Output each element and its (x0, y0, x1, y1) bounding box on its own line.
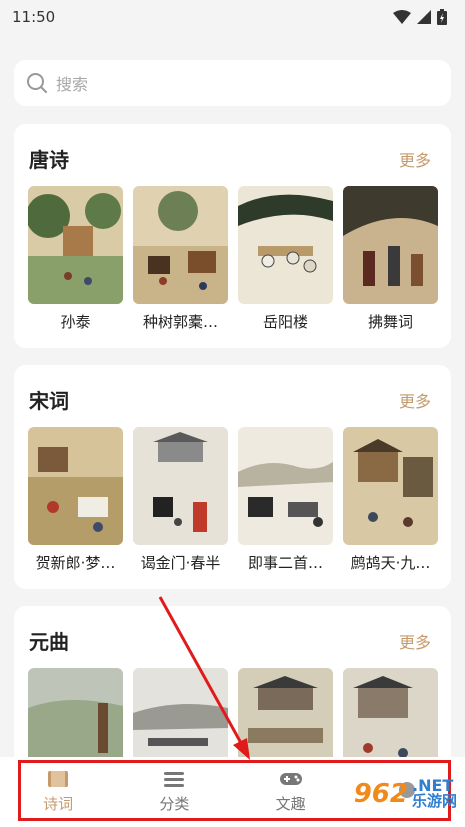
poem-painting (28, 186, 123, 304)
poem-painting (238, 427, 333, 545)
poem-card[interactable]: 种树郭橐… (133, 186, 228, 332)
section-title: 宋词 (29, 389, 69, 413)
tab-fun[interactable]: 文趣 (246, 770, 336, 814)
section-song-ci: 宋词 更多 贺新郎·梦… 谒金门·春半 即事二首… 鹧鸪天·九… (14, 365, 451, 589)
poem-card[interactable]: 贺新郎·梦… (28, 427, 123, 573)
poem-painting (133, 186, 228, 304)
poem-title: 孙泰 (60, 313, 91, 331)
tab-category[interactable]: 分类 (129, 770, 219, 814)
poem-card[interactable]: 岳阳楼 (238, 186, 333, 332)
tab-label: 诗词 (43, 795, 74, 813)
section-title: 唐诗 (29, 148, 69, 172)
more-link[interactable]: 更多 (399, 147, 431, 171)
bottom-tab-bar: 诗词 分类 文趣 (0, 757, 465, 827)
poem-title: 谒金门·春半 (140, 554, 221, 572)
search-placeholder: 搜索 (56, 75, 89, 94)
battery-icon (437, 9, 447, 25)
poem-title: 岳阳楼 (262, 313, 308, 331)
section-title: 元曲 (29, 630, 69, 654)
category-icon (164, 772, 185, 787)
status-bar: 11:50 (0, 0, 465, 34)
poem-painting (28, 427, 123, 545)
poem-painting (343, 427, 438, 545)
poem-card[interactable]: 拂舞词 (343, 186, 438, 332)
search-icon (27, 73, 47, 93)
profile-icon (398, 781, 415, 798)
book-icon (48, 771, 69, 787)
poem-card[interactable]: 谒金门·春半 (133, 427, 228, 573)
more-link[interactable]: 更多 (399, 629, 431, 653)
poem-painting (133, 427, 228, 545)
poem-title: 鹧鸪天·九… (350, 554, 431, 572)
wifi-icon (393, 10, 411, 24)
poem-title: 种树郭橐… (142, 313, 218, 331)
gamepad-icon (279, 773, 302, 785)
tab-label: 分类 (159, 795, 190, 813)
poem-painting (238, 186, 333, 304)
tab-poetry[interactable]: 诗词 (13, 770, 103, 814)
poem-card[interactable]: 即事二首… (238, 427, 333, 573)
status-time: 11:50 (12, 8, 56, 26)
poem-card[interactable]: 鹧鸪天·九… (343, 427, 438, 573)
poem-title: 即事二首… (247, 554, 323, 572)
section-yuan-qu: 元曲 更多 (14, 606, 451, 786)
more-link[interactable]: 更多 (399, 388, 431, 412)
search-bar[interactable]: 搜索 (14, 60, 451, 106)
signal-icon (417, 10, 431, 24)
tab-label: 文趣 (275, 795, 306, 813)
poem-title: 拂舞词 (367, 313, 413, 331)
poem-title: 贺新郎·梦… (35, 554, 116, 572)
poem-card[interactable]: 孙泰 (28, 186, 123, 332)
status-icons (393, 9, 447, 25)
section-tang-poetry: 唐诗 更多 孙泰 种树郭橐… 岳阳楼 拂舞词 (14, 124, 451, 348)
poem-painting (343, 186, 438, 304)
tab-profile[interactable] (362, 781, 452, 804)
